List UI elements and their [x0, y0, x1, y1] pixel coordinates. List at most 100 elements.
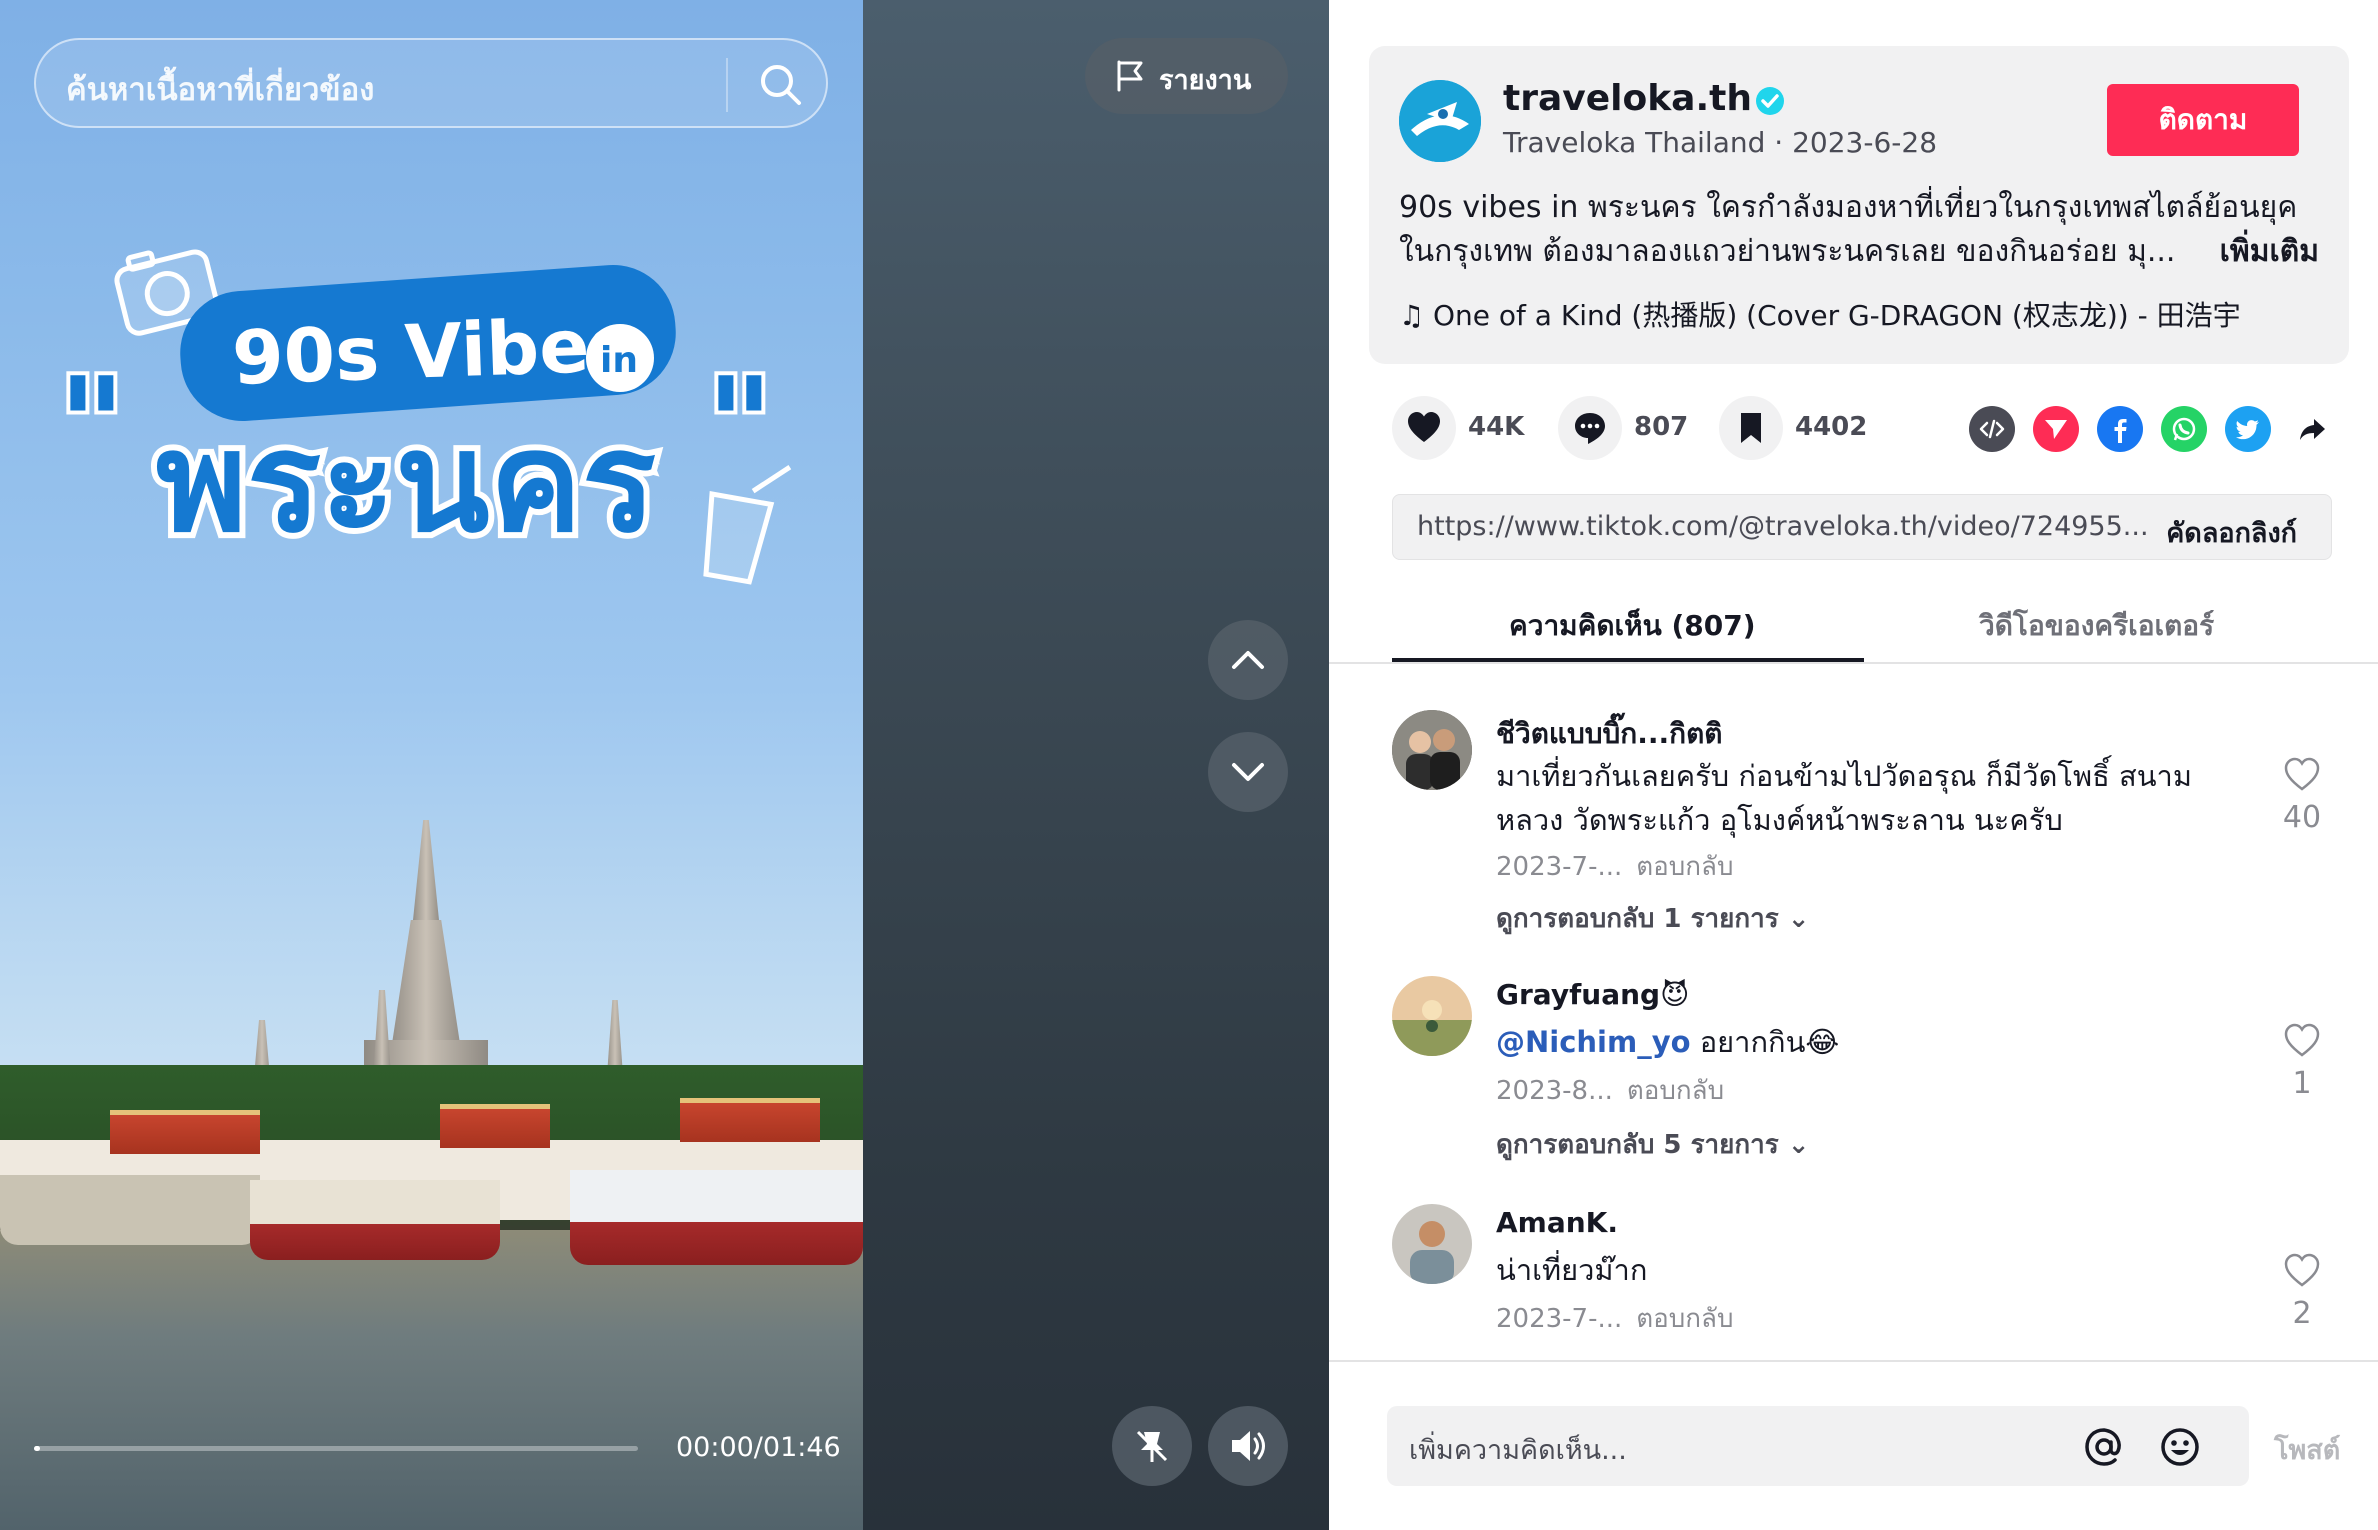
chevron-down-icon: ⌄ [1787, 904, 1810, 934]
flag-icon [1117, 60, 1143, 92]
twitter-icon [2236, 420, 2259, 440]
overlay-title-line1: 90s Vibes [231, 302, 635, 402]
chevron-down-icon [1232, 763, 1264, 781]
share-whatsapp-button[interactable] [2161, 406, 2207, 452]
view-replies-button[interactable]: ดูการตอบกลับ 5 รายการ ⌄ [1496, 1124, 1810, 1165]
comment-count: 807 [1634, 412, 1689, 442]
details-panel: traveloka.th Traveloka Thailand · 2023-6… [1329, 0, 2378, 1530]
more-share-button[interactable] [2289, 406, 2335, 452]
see-more-button[interactable]: เพิ่มเติม [2209, 230, 2319, 274]
heart-outline-icon [2284, 1253, 2320, 1287]
comment-mention[interactable]: @Nichim_yo [1496, 1025, 1691, 1059]
commenter-name[interactable]: ชีวิตแบบบิ๊ก...กิตติ [1496, 712, 1722, 756]
comment-date: 2023-7-... [1496, 1304, 1623, 1334]
share-arrow-icon [2300, 419, 2325, 440]
tab-comments[interactable]: ความคิดเห็น (807) [1509, 604, 1756, 648]
comment-meta: 2023-8... ตอบกลับ [1496, 1070, 1724, 1111]
heart-icon [1408, 412, 1440, 442]
commenter-avatar[interactable] [1392, 976, 1472, 1056]
active-tab-indicator [1392, 658, 1864, 662]
floating-player-button[interactable] [1112, 1406, 1192, 1486]
mention-at-icon[interactable] [2081, 1424, 2127, 1470]
comment-like-button[interactable]: 40 [2272, 756, 2332, 835]
like-count: 44K [1468, 412, 1525, 442]
comment-text: น่าเที่ยวม๊าก [1496, 1253, 1648, 1287]
svg-text:": " [706, 349, 774, 501]
reply-button[interactable]: ตอบกลับ [1636, 1304, 1733, 1334]
music-note-icon: ♫ [1399, 299, 1425, 332]
temple-roof [440, 1104, 550, 1148]
share-facebook-button[interactable] [2097, 406, 2143, 452]
video-link-box: https://www.tiktok.com/@traveloka.th/vid… [1392, 494, 2332, 560]
video-time: 00:00/01:46 [676, 1432, 841, 1463]
comment-text: มาเที่ยวกันเลยครับ ก่อนข้ามไปวัดอรุณ ก็ม… [1496, 759, 2192, 837]
search-input[interactable]: ค้นหาเนื้อหาที่เกี่ยวข้อง [34, 38, 828, 128]
comment-date: 2023-8... [1496, 1076, 1613, 1106]
speaker-icon [1232, 1431, 1265, 1461]
view-replies-button[interactable]: ดูการตอบกลับ 1 รายการ ⌄ [1496, 898, 1810, 939]
comment-item: ชีวิตแบบบิ๊ก...กิตติ มาเที่ยวกันเลยครับ … [1392, 710, 2352, 940]
comment-meta: 2023-7-... ตอบกลับ [1496, 846, 1733, 887]
music-link[interactable]: ♫ One of a Kind (热播版) (Cover G-DRAGON (权志… [1399, 294, 2241, 334]
report-label: รายงาน [1159, 65, 1252, 96]
comment-bubble-icon [1575, 413, 1605, 444]
commenter-avatar[interactable] [1392, 1204, 1472, 1284]
previous-video-button[interactable] [1208, 620, 1288, 700]
copy-link-button[interactable]: คัดลอกลิงก์ [2166, 511, 2297, 554]
comment-item: Grayfuang😈 @Nichim_yo อยากกิน😂 2023-8...… [1392, 976, 2352, 1176]
temple-spire-top [412, 820, 440, 930]
comments-tabs: ความคิดเห็น (807) วิดีโอของครีเอเตอร์ [1329, 586, 2378, 664]
comment-text: @Nichim_yo อยากกิน😂 [1496, 1020, 2236, 1064]
search-icon[interactable] [756, 60, 806, 110]
comment-date: 2023-7-... [1496, 852, 1623, 882]
boat [250, 1180, 500, 1260]
embed-button[interactable] [1969, 406, 2015, 452]
comment-input-placeholder: เพิ่มความคิดเห็น... [1409, 1435, 1627, 1466]
video-progress-fill [34, 1446, 41, 1451]
comment-meta: 2023-7-... ตอบกลับ [1496, 1298, 1733, 1339]
heart-outline-icon [2284, 1023, 2320, 1057]
view-replies-label: ดูการตอบกลับ 5 รายการ [1496, 1130, 1779, 1160]
commenter-avatar[interactable] [1392, 710, 1472, 790]
chevron-up-icon [1232, 651, 1264, 669]
overlay-in: in [600, 340, 638, 381]
video-frame[interactable]: 90s Vibes in " " พระนคร [0, 0, 863, 1530]
video-progress-bar[interactable] [34, 1446, 638, 1451]
embed-code-icon [1979, 419, 2005, 439]
comment-like-count: 40 [2282, 800, 2322, 835]
creator-username[interactable]: traveloka.th [1503, 78, 1752, 119]
boat [570, 1170, 863, 1265]
comment-item: AmanK. น่าเที่ยวม๊าก 2023-7-... ตอบกลับ 2 [1392, 1204, 2352, 1344]
search-divider [726, 58, 728, 112]
send-to-friends-button[interactable] [2033, 406, 2079, 452]
svg-text:": " [58, 349, 126, 501]
comment-composer: เพิ่มความคิดเห็น... โพสต์ [1329, 1360, 2378, 1530]
commenter-name[interactable]: AmanK. [1496, 1206, 1618, 1239]
emoji-icon[interactable] [2157, 1424, 2203, 1470]
post-comment-button[interactable]: โพสต์ [2274, 1428, 2340, 1471]
comment-like-button[interactable]: 2 [2272, 1252, 2332, 1331]
avatar-photo [1392, 976, 1472, 1056]
tab-creator-videos[interactable]: วิดีโอของครีเอเตอร์ [1979, 604, 2214, 648]
follow-button[interactable]: ติดตาม [2107, 84, 2299, 156]
commenter-name[interactable]: Grayfuang😈 [1496, 978, 1689, 1011]
volume-button[interactable] [1208, 1406, 1288, 1486]
next-video-button[interactable] [1208, 732, 1288, 812]
comment-input[interactable]: เพิ่มความคิดเห็น... [1387, 1406, 2249, 1486]
facebook-icon [2114, 419, 2127, 443]
reply-button[interactable]: ตอบกลับ [1627, 1076, 1724, 1106]
report-button[interactable]: รายงาน [1085, 38, 1288, 114]
temple-roof [110, 1110, 260, 1154]
video-link-url[interactable]: https://www.tiktok.com/@traveloka.th/vid… [1417, 511, 2149, 542]
view-replies-label: ดูการตอบกลับ 1 รายการ [1496, 904, 1779, 934]
comment-like-button[interactable]: 1 [2272, 1022, 2332, 1101]
traveloka-logo [1399, 80, 1481, 162]
creator-avatar[interactable] [1399, 80, 1481, 162]
video-player-area: 90s Vibes in " " พระนคร ค้นหาเนื้อหาที่เ… [0, 0, 1329, 1530]
overlay-title-line2: พระนคร [156, 402, 656, 563]
river-water [0, 1230, 863, 1530]
verified-badge-icon [1756, 87, 1784, 115]
comment-text-body: อยากกิน😂 [1690, 1025, 1840, 1059]
share-twitter-button[interactable] [2225, 406, 2271, 452]
reply-button[interactable]: ตอบกลับ [1636, 852, 1733, 882]
